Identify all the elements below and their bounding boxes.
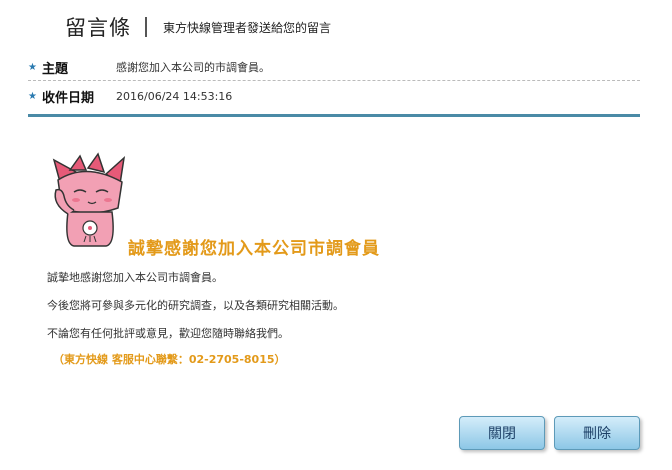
message-paragraph: 不論您有任何批評或意見，歡迎您隨時聯絡我們。	[47, 327, 289, 340]
mascot-image	[52, 152, 126, 247]
contact-info: （東方快線 客服中心聯繫：02-2705-8015）	[53, 353, 286, 366]
delete-button[interactable]: 刪除	[554, 416, 640, 450]
page-title: 留言條	[65, 16, 131, 40]
subject-row: ★ 主題 感謝您加入本公司的市調會員。	[28, 54, 640, 81]
message-paragraph: 誠摯地感謝您加入本公司市調會員。	[47, 271, 223, 284]
message-headline: 誠摯感謝您加入本公司市調會員	[128, 239, 380, 259]
star-icon: ★	[28, 61, 37, 73]
message-paragraph: 今後您將可參與多元化的研究調查，以及各類研究相關活動。	[47, 299, 344, 312]
header-divider	[145, 17, 147, 37]
subject-label: 主題	[42, 61, 69, 77]
date-label: 收件日期	[42, 90, 95, 106]
page-subtitle: 東方快線管理者發送給您的留言	[163, 20, 332, 35]
star-icon: ★	[28, 90, 37, 102]
header-rule	[28, 114, 640, 117]
close-button[interactable]: 關閉	[459, 416, 545, 450]
message-header: 留言條 東方快線管理者發送給您的留言	[65, 12, 331, 42]
subject-value: 感謝您加入本公司的市調會員。	[116, 61, 270, 74]
date-value: 2016/06/24 14:53:16	[116, 89, 233, 103]
date-row: ★ 收件日期 2016/06/24 14:53:16	[28, 83, 640, 109]
